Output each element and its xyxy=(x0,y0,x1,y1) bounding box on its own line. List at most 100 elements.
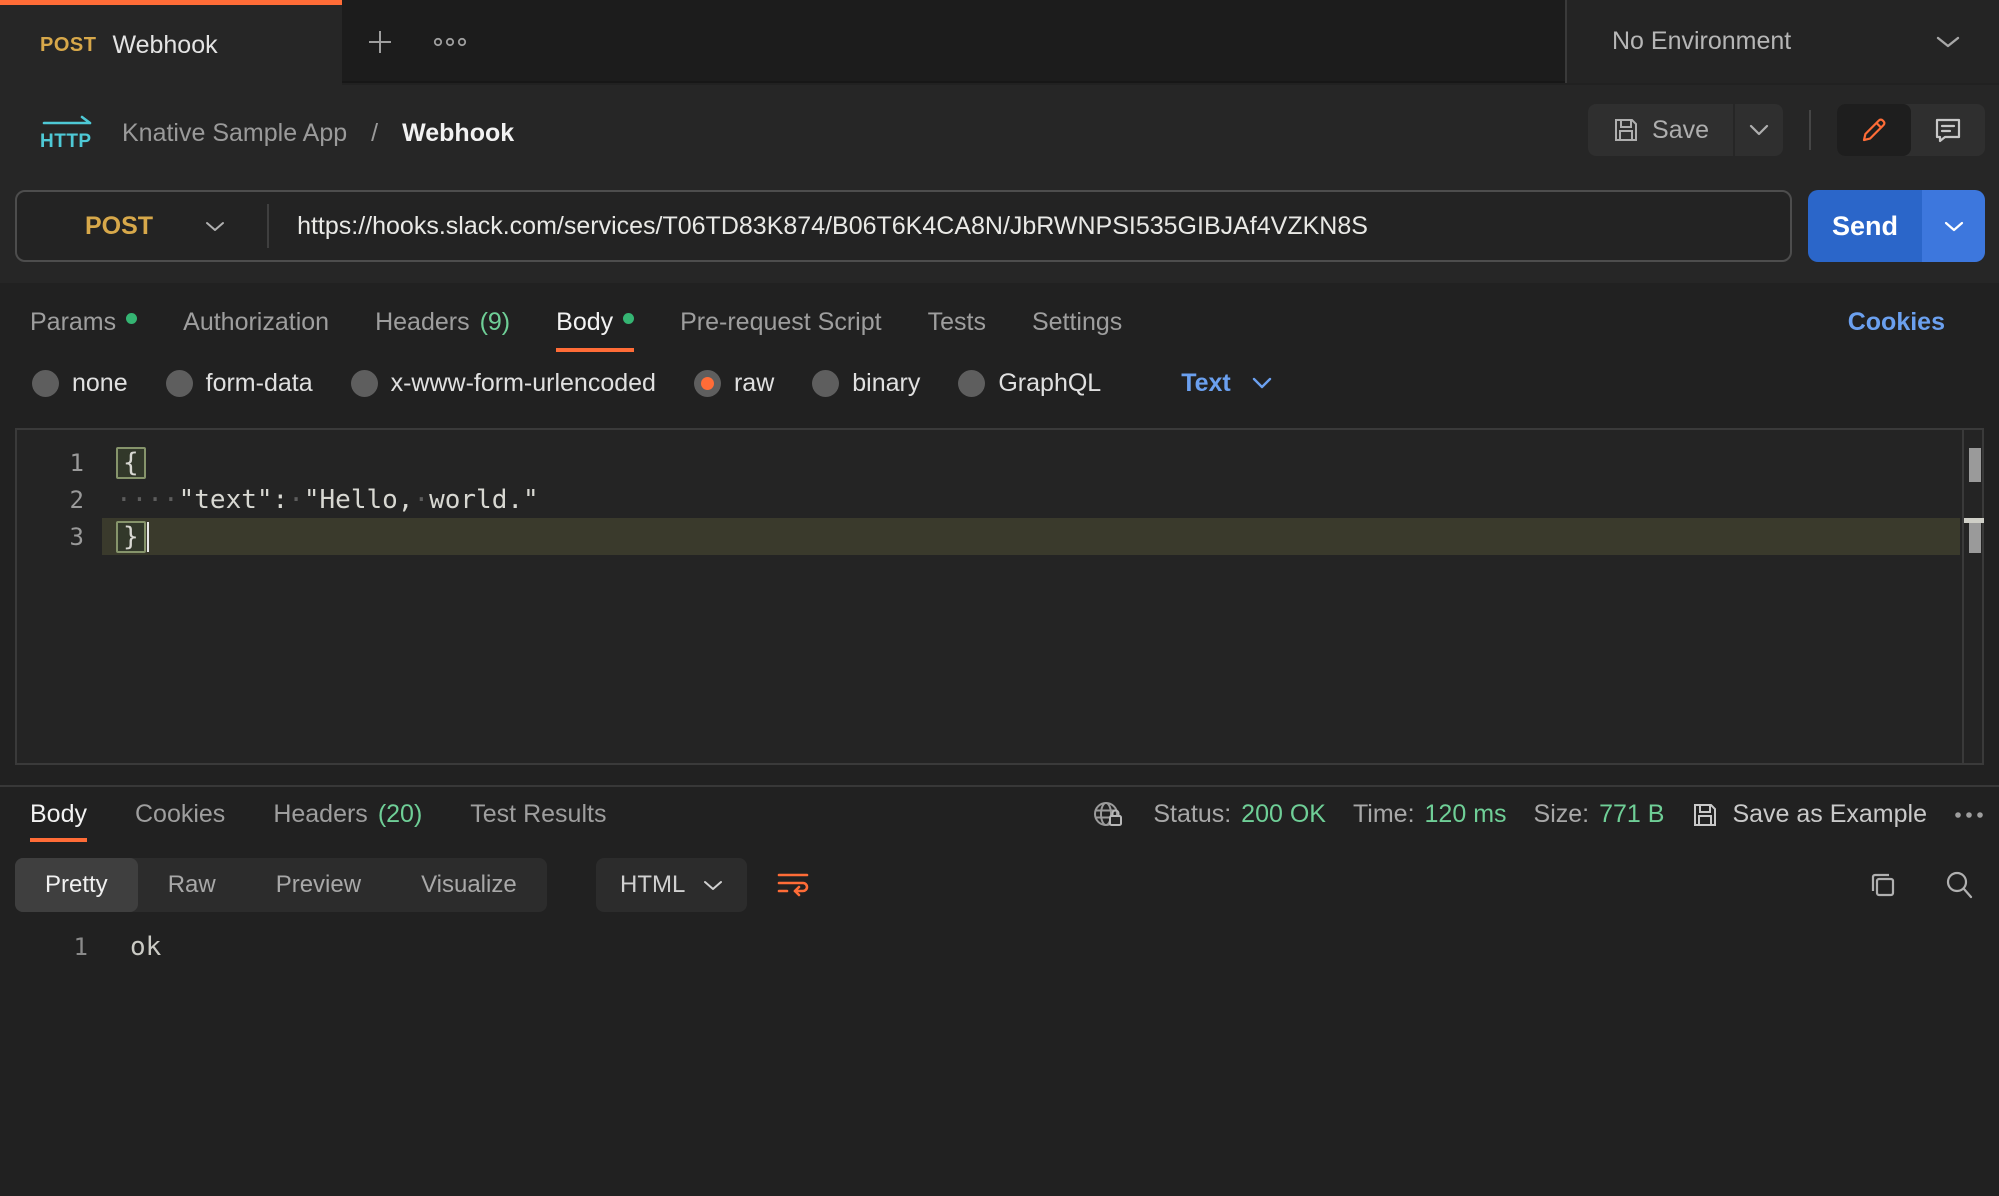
tab-title: Webhook xyxy=(112,31,217,60)
search-icon xyxy=(1943,869,1975,901)
chevron-down-icon[interactable] xyxy=(205,220,225,233)
url-bar: POST xyxy=(15,190,1792,262)
cursor-position-mark xyxy=(1969,523,1981,553)
size-readout: Size: 771 B xyxy=(1534,800,1665,829)
send-options-button[interactable] xyxy=(1922,190,1985,262)
status-readout: Status: 200 OK xyxy=(1153,800,1326,829)
copy-response-button[interactable] xyxy=(1867,869,1899,901)
save-as-example-button[interactable]: Save as Example xyxy=(1691,800,1927,829)
cookies-link[interactable]: Cookies xyxy=(1848,292,1945,352)
response-options-button[interactable] xyxy=(1954,810,1984,820)
raw-language-select[interactable]: Text xyxy=(1181,369,1273,398)
response-tab-body[interactable]: Body xyxy=(30,787,87,842)
search-response-button[interactable] xyxy=(1943,869,1975,901)
network-globe-icon[interactable] xyxy=(1090,797,1126,833)
save-as-example-label: Save as Example xyxy=(1732,800,1927,829)
text-cursor xyxy=(147,522,149,552)
chevron-down-icon xyxy=(1251,376,1273,390)
tab-pre-request-script[interactable]: Pre-request Script xyxy=(680,292,881,352)
response-toolbar: Pretty Raw Preview Visualize HTML xyxy=(0,858,1999,912)
view-mode-raw[interactable]: Raw xyxy=(138,858,246,912)
response-tab-cookies[interactable]: Cookies xyxy=(135,787,225,842)
scrollbar-thumb[interactable] xyxy=(1969,448,1981,482)
tab-tests[interactable]: Tests xyxy=(928,292,986,352)
response-format-value: HTML xyxy=(620,871,685,899)
response-tab-headers[interactable]: Headers (20) xyxy=(273,787,422,842)
url-input[interactable] xyxy=(297,212,1754,241)
save-options-button[interactable] xyxy=(1733,104,1783,156)
tab-body[interactable]: Body xyxy=(556,292,634,352)
tab-options-button[interactable] xyxy=(426,18,474,66)
method-select-value[interactable]: POST xyxy=(85,212,153,241)
line-number: 2 xyxy=(17,486,102,514)
radio-icon xyxy=(812,370,839,397)
comment-icon xyxy=(1933,115,1963,145)
save-icon xyxy=(1612,116,1640,144)
request-body-editor[interactable]: 1 { 2 ····"text":·"Hello,·world." 3 } xyxy=(15,428,1984,765)
line-number: 1 xyxy=(17,449,102,477)
view-mode-visualize[interactable]: Visualize xyxy=(391,858,547,912)
json-key: "text": xyxy=(179,485,289,515)
tab-settings[interactable]: Settings xyxy=(1032,292,1122,352)
new-tab-button[interactable] xyxy=(356,18,404,66)
body-type-binary[interactable]: binary xyxy=(812,369,920,398)
url-row: POST Send xyxy=(0,190,1999,262)
wrap-lines-button[interactable] xyxy=(770,864,816,906)
body-type-none[interactable]: none xyxy=(32,369,128,398)
response-line-number: 1 xyxy=(0,933,88,961)
breadcrumb-collection[interactable]: Knative Sample App xyxy=(122,119,347,148)
body-type-x-www-form-urlencoded[interactable]: x-www-form-urlencoded xyxy=(351,369,656,398)
radio-selected-icon xyxy=(694,370,721,397)
time-value: 120 ms xyxy=(1425,800,1507,829)
request-tab[interactable]: POST Webhook xyxy=(0,0,342,85)
send-button-group: Send xyxy=(1808,190,1985,262)
chevron-down-icon xyxy=(1935,34,1961,50)
headers-count: (9) xyxy=(480,308,511,337)
params-active-dot xyxy=(126,313,137,324)
view-mode-pretty[interactable]: Pretty xyxy=(15,858,138,912)
bracket-match-highlight: { xyxy=(116,447,146,479)
tab-headers[interactable]: Headers (9) xyxy=(375,292,510,352)
body-type-raw[interactable]: raw xyxy=(694,369,774,398)
environment-selector[interactable]: No Environment xyxy=(1565,0,1999,83)
header-icon-group xyxy=(1837,104,1985,156)
raw-language-value: Text xyxy=(1181,369,1231,398)
environment-label: No Environment xyxy=(1612,27,1935,56)
status-value: 200 OK xyxy=(1241,800,1326,829)
view-mode-preview[interactable]: Preview xyxy=(246,858,391,912)
tab-strip: POST Webhook No Environment xyxy=(0,0,1999,83)
edit-request-button[interactable] xyxy=(1837,104,1911,156)
response-meta-bar: Status: 200 OK Time: 120 ms Size: 771 B … xyxy=(1090,787,1984,842)
save-button-group: Save xyxy=(1588,104,1783,156)
comments-button[interactable] xyxy=(1911,104,1985,156)
chevron-down-icon xyxy=(1944,220,1964,233)
line-number: 3 xyxy=(17,523,102,551)
request-header: HTTP Knative Sample App / Webhook Save xyxy=(0,85,1999,283)
editor-line-3-current: 3 } xyxy=(17,518,1960,555)
tab-authorization[interactable]: Authorization xyxy=(183,292,329,352)
http-method-icon: HTTP xyxy=(40,113,98,153)
body-active-dot xyxy=(623,313,634,324)
editor-overview-ruler[interactable] xyxy=(1962,430,1982,763)
whitespace-dot: · xyxy=(413,485,429,515)
tab-method-label: POST xyxy=(40,34,96,57)
editor-line-2: 2 ····"text":·"Hello,·world." xyxy=(17,481,1960,518)
whitespace-dots: ···· xyxy=(116,485,179,515)
body-type-form-data[interactable]: form-data xyxy=(166,369,313,398)
send-button[interactable]: Send xyxy=(1808,190,1922,262)
response-format-select[interactable]: HTML xyxy=(596,858,747,912)
response-tab-test-results[interactable]: Test Results xyxy=(470,787,606,842)
breadcrumb-separator: / xyxy=(371,119,378,148)
json-value-part: world." xyxy=(429,485,539,515)
response-body[interactable]: 1 ok xyxy=(0,928,1999,966)
json-value-part: "Hello, xyxy=(304,485,414,515)
breadcrumb-request-name[interactable]: Webhook xyxy=(402,119,514,148)
tab-params[interactable]: Params xyxy=(30,292,137,352)
copy-icon xyxy=(1867,869,1899,901)
response-tools xyxy=(1867,858,1975,912)
save-button-label: Save xyxy=(1652,116,1709,145)
save-button[interactable]: Save xyxy=(1588,104,1733,156)
body-type-graphql[interactable]: GraphQL xyxy=(958,369,1101,398)
response-headers-count: (20) xyxy=(378,800,422,829)
breadcrumb: HTTP Knative Sample App / Webhook xyxy=(40,103,514,163)
